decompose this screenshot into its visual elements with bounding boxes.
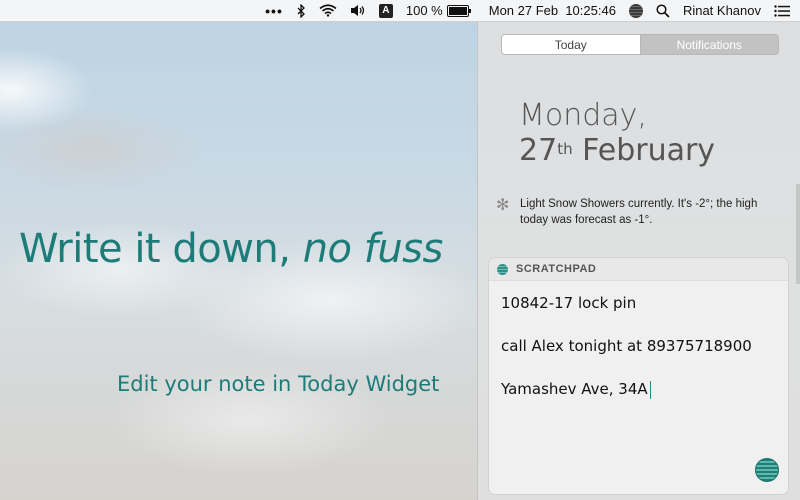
date-full: 27th February xyxy=(519,133,715,169)
more-icon[interactable]: ••• xyxy=(265,0,283,22)
widget-title: SCRATCHPAD xyxy=(516,263,597,275)
notification-center-icon[interactable] xyxy=(774,0,790,22)
date-month: February xyxy=(582,133,716,168)
spotlight-search-icon[interactable] xyxy=(656,0,670,22)
promo-subline: Edit your note in Today Widget xyxy=(117,372,440,396)
notification-center-panel: Today Notifications Monday, 27th Februar… xyxy=(477,22,800,500)
widget-header: SCRATCHPAD xyxy=(489,258,788,281)
note-line-text: Yamashev Ave, 34A xyxy=(501,380,648,398)
wifi-icon[interactable] xyxy=(319,0,337,22)
promo-headline-italic: no fuss xyxy=(302,226,444,272)
note-line-active[interactable]: Yamashev Ave, 34A xyxy=(501,380,651,399)
scratchpad-icon xyxy=(497,263,508,275)
weather-summary: Light Snow Showers currently. It's -2°; … xyxy=(520,198,758,226)
snowflake-icon: ✻ xyxy=(496,197,510,214)
date-day-number: 27 xyxy=(519,133,558,168)
volume-icon[interactable] xyxy=(350,0,366,22)
bluetooth-icon[interactable] xyxy=(296,0,306,22)
note-line[interactable]: 10842-17 lock pin xyxy=(501,294,636,312)
tab-notifications[interactable]: Notifications xyxy=(639,35,778,54)
user-menu[interactable]: Rinat Khanov xyxy=(683,0,761,22)
text-caret xyxy=(649,380,651,399)
note-line[interactable]: call Alex tonight at 89375718900 xyxy=(501,337,752,355)
menu-bar: ••• A 100 % Mon 27 Feb 10:25:46 Rinat Kh… xyxy=(0,0,800,22)
tab-today[interactable]: Today xyxy=(502,35,640,54)
nc-tabs: Today Notifications xyxy=(501,34,779,55)
scrollbar[interactable] xyxy=(796,184,800,284)
date-ordinal-suffix: th xyxy=(557,140,573,158)
clock[interactable]: Mon 27 Feb 10:25:46 xyxy=(489,0,616,22)
promo-headline-plain: Write it down, xyxy=(19,226,303,272)
scratchpad-widget: SCRATCHPAD 10842-17 lock pin call Alex t… xyxy=(489,258,788,494)
date-weekday: Monday, xyxy=(519,98,647,133)
scratchpad-menubar-icon[interactable] xyxy=(628,0,643,22)
battery-icon xyxy=(446,4,471,17)
input-source[interactable]: A xyxy=(378,0,393,22)
battery-level xyxy=(448,6,467,15)
promo-headline: Write it down, no fuss xyxy=(19,226,443,272)
input-source-icon: A xyxy=(378,3,393,18)
scratchpad-open-button[interactable] xyxy=(755,458,779,482)
battery-percent: 100 % xyxy=(405,3,443,18)
battery-status[interactable]: 100 % xyxy=(405,0,471,22)
